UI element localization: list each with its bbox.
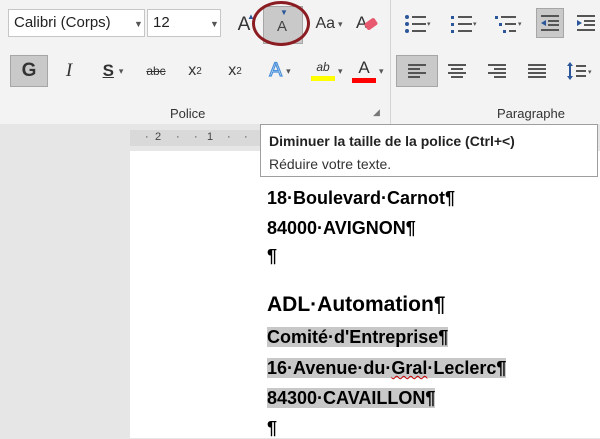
eraser-icon: A — [356, 13, 378, 32]
doc-line-postcode[interactable]: 84300·CAVAILLON¶ — [267, 388, 436, 409]
ruler-dot: · — [176, 131, 180, 143]
bullets-button[interactable]: ▾ — [400, 10, 436, 38]
font-size-dropdown-icon[interactable]: ▼ — [210, 20, 219, 29]
highlight-circle — [252, 1, 310, 46]
line-spacing-button[interactable]: ▾ — [562, 55, 598, 87]
font-color-button[interactable]: A — [346, 55, 382, 87]
font-name-dropdown-icon[interactable]: ▼ — [134, 20, 143, 29]
doc-line-address[interactable]: 18·Boulevard·Carnot¶ — [267, 188, 455, 209]
change-case-dropdown-icon: ▾ — [338, 18, 343, 29]
ruler-tick-1: 1 — [207, 131, 214, 143]
street-part-1: 16·Avenue·du· — [267, 358, 392, 378]
align-center-button[interactable] — [442, 55, 472, 87]
ruler-tick-2: 2 — [155, 131, 162, 143]
font-name-combobox[interactable]: Calibri (Corps) — [8, 9, 145, 37]
align-left-button[interactable] — [396, 55, 438, 87]
strikethrough-button[interactable]: abc — [140, 55, 172, 87]
font-color-dropdown-icon[interactable]: ▾ — [379, 67, 384, 76]
decrease-indent-button[interactable] — [536, 8, 564, 38]
change-case-label: Aa — [315, 15, 336, 32]
align-left-icon — [408, 64, 426, 78]
ruler-dot: · — [227, 131, 231, 143]
underline-button[interactable]: S ▾ — [94, 55, 132, 87]
tooltip: Diminuer la taille de la police (Ctrl+<)… — [260, 124, 598, 177]
italic-button[interactable]: I — [54, 55, 84, 87]
font-dialog-launcher-icon[interactable]: ◢ — [373, 107, 380, 118]
svg-text:▾: ▾ — [473, 21, 477, 28]
subscript-label: x — [188, 62, 197, 79]
highlight-label: ab — [316, 59, 330, 74]
bold-label: G — [21, 60, 37, 81]
doc-line-company[interactable]: ADL·Automation¶ — [267, 293, 445, 317]
italic-label: I — [65, 60, 73, 81]
numbering-button[interactable]: ▾ — [446, 10, 482, 38]
selected-text: 84300·CAVAILLON¶ — [267, 388, 436, 408]
ribbon: Calibri (Corps) ▼ 12 ▼ A ▲ ▼ A Aa ▾ A ▾ — [0, 0, 600, 125]
tooltip-description: Réduire votre texte. — [269, 156, 392, 172]
bullet-list-icon: ▾ — [405, 15, 431, 33]
font-size-value: 12 — [153, 14, 170, 31]
spelling-error-word: Gral — [391, 358, 428, 378]
doc-line-street[interactable]: 16·Avenue·du·Gral·Leclerc¶ — [267, 358, 507, 379]
highlight-dropdown-icon[interactable]: ▾ — [338, 67, 343, 76]
svg-text:▾: ▾ — [588, 69, 592, 76]
font-name-value: Calibri (Corps) — [14, 14, 111, 31]
tooltip-title: Diminuer la taille de la police (Ctrl+<) — [269, 133, 515, 149]
selected-text: 16·Avenue·du·Gral·Leclerc¶ — [267, 358, 507, 378]
superscript-button[interactable]: x2 — [220, 55, 250, 87]
svg-text:▾: ▾ — [518, 21, 522, 28]
increase-indent-icon — [577, 15, 595, 31]
multilevel-list-button[interactable]: ▾ — [490, 10, 528, 38]
superscript-mark: 2 — [236, 65, 242, 77]
numbered-list-icon: ▾ — [451, 16, 477, 33]
superscript-label: x — [228, 62, 237, 79]
font-group-label: Police — [170, 106, 206, 121]
align-center-icon — [448, 64, 466, 78]
doc-line-empty[interactable]: ¶ — [267, 246, 277, 267]
highlight-color-bar — [311, 75, 335, 81]
align-right-button[interactable] — [482, 55, 512, 87]
multilevel-list-icon: ▾ — [495, 16, 522, 33]
strikethrough-label: abc — [146, 64, 166, 78]
text-effects-dropdown-icon: ▾ — [286, 65, 291, 76]
align-right-icon — [488, 64, 506, 78]
underline-dropdown-icon: ▾ — [118, 65, 124, 76]
justify-button[interactable] — [522, 55, 552, 87]
justify-icon — [528, 64, 546, 78]
clear-formatting-button[interactable]: A — [352, 8, 382, 40]
text-effects-label: A — [269, 59, 283, 81]
selected-text: Comité·d'Entreprise¶ — [267, 327, 449, 347]
font-color-label: A — [358, 57, 370, 77]
ruler-dot: · — [194, 131, 198, 143]
bold-button[interactable]: G — [10, 55, 48, 87]
subscript-mark: 2 — [196, 65, 202, 77]
increase-indent-button[interactable] — [572, 8, 600, 38]
street-part-2: ·Leclerc¶ — [427, 358, 507, 378]
subscript-button[interactable]: x2 — [180, 55, 210, 87]
group-separator — [390, 0, 391, 124]
line-spacing-icon: ▾ — [567, 62, 592, 80]
ruler-dot: · — [145, 131, 149, 143]
text-effects-button[interactable]: A ▾ — [262, 55, 298, 87]
doc-line-committee[interactable]: Comité·d'Entreprise¶ — [267, 327, 449, 348]
change-case-button[interactable]: Aa ▾ — [312, 10, 346, 38]
doc-line-city[interactable]: 84000·AVIGNON¶ — [267, 218, 416, 239]
svg-text:▾: ▾ — [427, 21, 431, 28]
decrease-indent-icon — [541, 15, 559, 31]
font-color-bar — [352, 77, 376, 83]
ruler-dot: · — [244, 131, 248, 143]
doc-line-empty-2[interactable]: ¶ — [267, 418, 277, 439]
paragraph-group-label: Paragraphe — [497, 106, 565, 121]
underline-label: S — [102, 61, 114, 80]
